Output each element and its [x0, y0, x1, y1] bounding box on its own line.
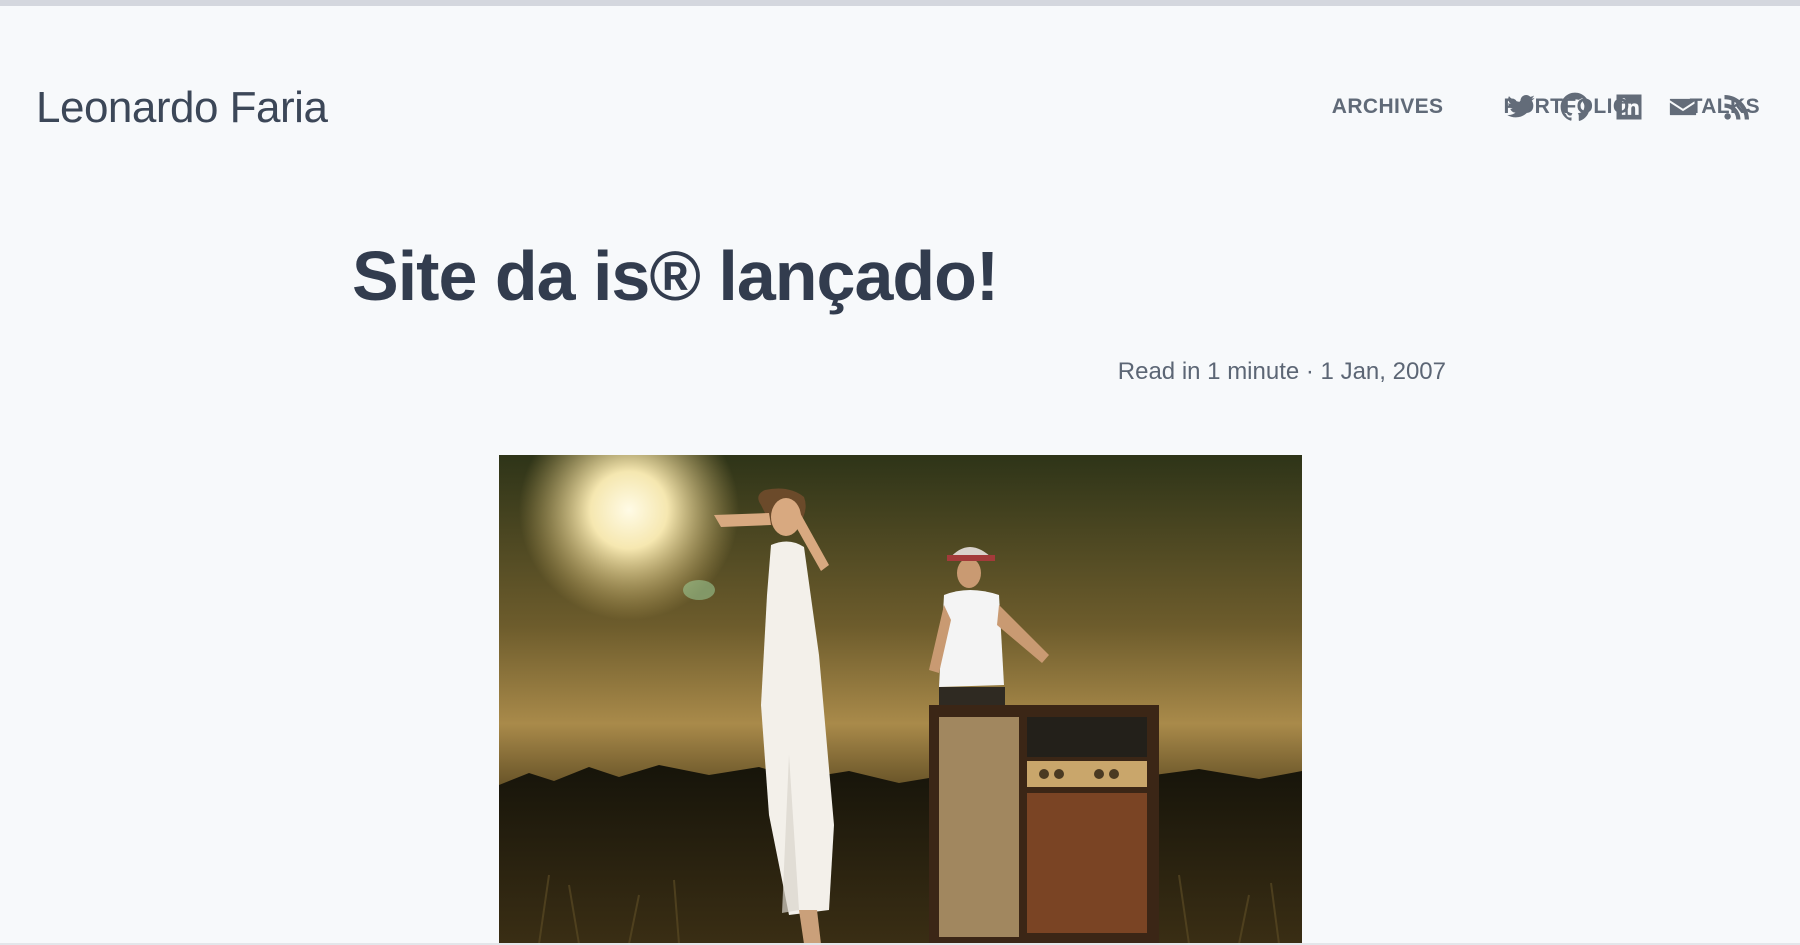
post-title: Site da is® lançado!	[352, 237, 999, 315]
social-links	[1504, 87, 1754, 127]
twitter-icon[interactable]	[1504, 90, 1538, 124]
nav-item-archives[interactable]: ARCHIVES	[1332, 95, 1444, 119]
rss-icon[interactable]	[1720, 90, 1754, 124]
post-meta: Read in 1 minute · 1 Jan, 2007	[1117, 358, 1446, 385]
github-icon[interactable]	[1558, 90, 1592, 124]
hero-photo	[499, 455, 1302, 944]
linkedin-icon[interactable]	[1612, 90, 1646, 124]
site-title-link[interactable]: Leonardo Faria	[36, 80, 328, 136]
top-border	[0, 0, 1800, 6]
email-icon[interactable]	[1666, 90, 1700, 124]
